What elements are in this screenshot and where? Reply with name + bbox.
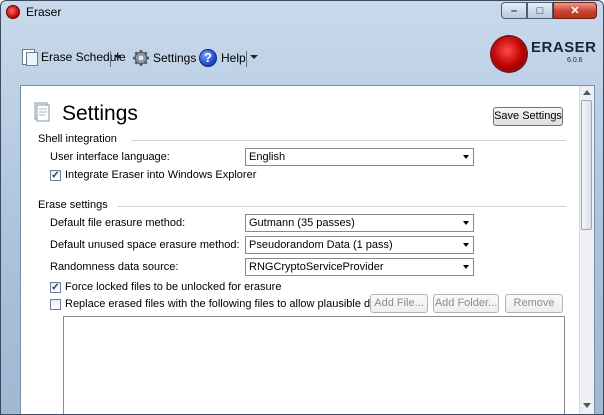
force-unlock-checkbox[interactable]: ✓ [50, 282, 61, 293]
settings-button[interactable]: Settings [132, 49, 196, 67]
maximize-button[interactable]: □ [527, 2, 553, 19]
scrollbar-thumb[interactable] [581, 100, 592, 230]
scroll-up-icon[interactable] [583, 90, 591, 95]
settings-label: Settings [153, 51, 197, 65]
language-select[interactable]: English [245, 148, 474, 166]
deniability-files-list[interactable] [63, 316, 565, 414]
eraser-app-icon[interactable] [6, 5, 20, 19]
section-divider [131, 140, 566, 141]
unused-space-method-label: Default unused space erasure method: [50, 239, 240, 251]
brand-version: 6.0.6 [567, 57, 583, 64]
shell-integration-heading: Shell integration [38, 133, 117, 145]
help-label: Help [221, 51, 246, 65]
close-button[interactable]: ✕ [553, 2, 597, 19]
randomness-source-value: RNGCryptoServiceProvider [249, 261, 384, 273]
unused-space-method-select[interactable]: Pseudorandom Data (1 pass) [245, 236, 474, 254]
chevron-down-icon [463, 155, 469, 159]
remove-button[interactable]: Remove [505, 294, 563, 313]
integrate-explorer-label: Integrate Eraser into Windows Explorer [65, 169, 257, 181]
minimize-button[interactable]: – [501, 2, 527, 19]
help-icon: ? [199, 49, 217, 67]
page-title: Settings [62, 102, 138, 125]
vertical-scrollbar[interactable] [579, 86, 594, 414]
chevron-down-icon [463, 243, 469, 247]
chevron-down-icon [463, 221, 469, 225]
help-button[interactable]: ? Help [199, 49, 246, 67]
plausible-deniability-label: Replace erased files with the following … [65, 298, 413, 310]
minimize-icon: – [510, 4, 518, 17]
file-erasure-method-value: Gutmann (35 passes) [249, 217, 355, 229]
gear-icon [133, 50, 149, 66]
save-settings-button[interactable]: Save Settings [493, 107, 563, 126]
randomness-source-select[interactable]: RNGCryptoServiceProvider [245, 258, 474, 276]
integrate-explorer-checkbox[interactable]: ✓ [50, 170, 61, 181]
unused-space-method-value: Pseudorandom Data (1 pass) [249, 239, 393, 251]
language-value: English [249, 151, 286, 163]
plausible-deniability-checkbox[interactable] [50, 299, 61, 310]
file-erasure-method-label: Default file erasure method: [50, 217, 186, 229]
randomness-source-label: Randomness data source: [50, 261, 179, 273]
settings-page-icon [34, 102, 50, 122]
force-unlock-label: Force locked files to be unlocked for er… [65, 281, 282, 293]
chevron-down-icon [463, 265, 469, 269]
eraser-logo-icon [492, 37, 526, 71]
toolbar-separator [246, 51, 247, 67]
toolbar-separator [110, 51, 111, 67]
window-title: Eraser [26, 5, 62, 19]
title-bar[interactable]: Eraser – □ ✕ [1, 1, 603, 23]
section-divider [117, 206, 566, 207]
help-dropdown-icon[interactable] [250, 55, 258, 59]
erase-schedule-dropdown-icon[interactable] [114, 55, 122, 59]
add-file-button[interactable]: Add File... [370, 294, 428, 313]
window-controls: – □ ✕ [501, 2, 597, 19]
close-icon: ✕ [570, 5, 580, 17]
eraser-window: Eraser – □ ✕ Erase Schedule Settings ? H… [0, 0, 604, 415]
file-erasure-method-select[interactable]: Gutmann (35 passes) [245, 214, 474, 232]
settings-panel: Settings Save Settings Shell integration… [20, 85, 595, 414]
erase-settings-heading: Erase settings [38, 199, 108, 211]
erase-schedule-icon [21, 49, 38, 66]
language-label: User interface language: [50, 151, 170, 163]
maximize-icon: □ [536, 4, 544, 17]
scroll-down-icon[interactable] [583, 403, 591, 408]
brand-name: ERASER [531, 39, 597, 56]
add-folder-button[interactable]: Add Folder... [433, 294, 499, 313]
